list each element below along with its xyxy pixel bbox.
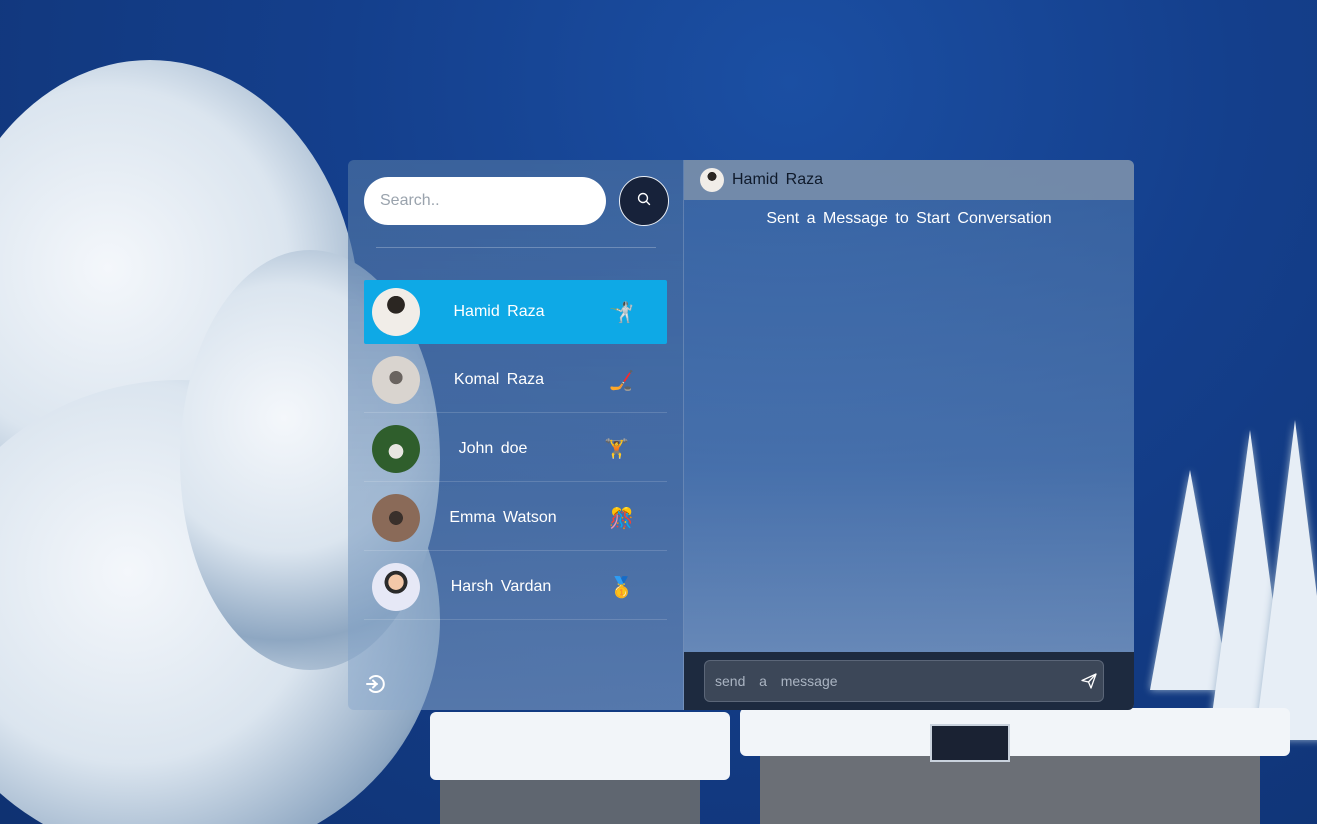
- send-icon: [1080, 673, 1098, 694]
- contact-item[interactable]: John doe 🏋️: [364, 417, 667, 482]
- contact-name: Hamid Raza: [453, 303, 545, 320]
- search-input[interactable]: [364, 177, 606, 225]
- divider: [376, 247, 656, 248]
- contact-emoji: 🏒: [609, 369, 634, 392]
- avatar: [372, 288, 420, 336]
- cabin-roof: [740, 708, 1290, 756]
- contact-item[interactable]: Komal Raza 🏒: [364, 348, 667, 413]
- logout-button[interactable]: [364, 672, 388, 701]
- contact-name: Harsh Vardan: [450, 578, 552, 595]
- empty-conversation-text: Sent a Message to Start Conversation: [766, 210, 1052, 227]
- solar-panel: [930, 724, 1010, 762]
- chat-app: Hamid Raza 🤺 Komal Raza 🏒 John doe 🏋️ Em…: [348, 160, 1134, 710]
- contact-item[interactable]: Emma Watson 🎊: [364, 486, 667, 551]
- send-button[interactable]: [1080, 672, 1098, 695]
- chat-panel: Hamid Raza Sent a Message to Start Conve…: [684, 160, 1134, 710]
- contact-item[interactable]: Hamid Raza 🤺: [364, 280, 667, 344]
- contact-list: Hamid Raza 🤺 Komal Raza 🏒 John doe 🏋️ Em…: [364, 280, 667, 624]
- message-composer: [684, 652, 1134, 710]
- search-icon: [637, 192, 651, 211]
- avatar: [372, 425, 420, 473]
- contact-emoji: 🏋️: [604, 438, 629, 461]
- avatar: [700, 168, 724, 192]
- search-button[interactable]: [619, 176, 669, 226]
- snowy-pine: [1255, 420, 1317, 740]
- avatar: [372, 356, 420, 404]
- avatar: [372, 494, 420, 542]
- chat-header-name: Hamid Raza: [732, 171, 824, 188]
- contact-emoji: 🥇: [609, 576, 634, 599]
- message-input[interactable]: [704, 660, 1104, 702]
- cabin-roof: [430, 712, 730, 780]
- chat-header: Hamid Raza: [684, 160, 1134, 200]
- contact-emoji: 🤺: [609, 301, 634, 324]
- contact-name: Komal Raza: [453, 371, 545, 388]
- logout-icon: [364, 675, 388, 700]
- search-row: [364, 176, 669, 226]
- contact-name: John doe: [458, 440, 528, 457]
- avatar: [372, 563, 420, 611]
- contact-name: Emma Watson: [449, 509, 557, 526]
- contact-emoji: 🎊: [609, 507, 634, 530]
- contact-item[interactable]: Harsh Vardan 🥇: [364, 555, 667, 620]
- sidebar: Hamid Raza 🤺 Komal Raza 🏒 John doe 🏋️ Em…: [348, 160, 684, 710]
